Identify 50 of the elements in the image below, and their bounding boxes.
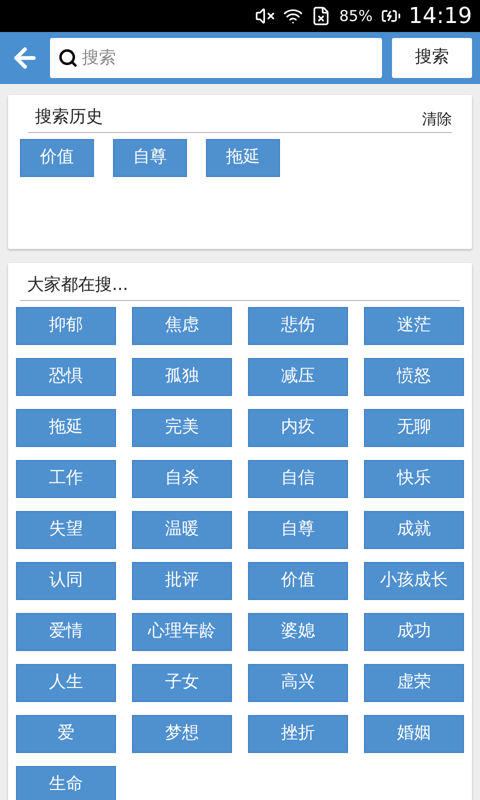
- topic-tag[interactable]: 成就: [364, 510, 464, 548]
- clock: 14:19: [408, 2, 472, 30]
- mute-icon: [255, 6, 276, 26]
- battery-percent: 85%: [339, 6, 373, 27]
- topic-tag[interactable]: 批评: [132, 562, 232, 600]
- topic-tag[interactable]: 婆媳: [248, 612, 348, 650]
- topic-tag[interactable]: 完美: [132, 408, 232, 446]
- topic-tag[interactable]: 爱情: [16, 612, 116, 650]
- topic-tag[interactable]: 虚荣: [364, 664, 464, 702]
- search-icon: [58, 48, 78, 68]
- topic-tag[interactable]: 梦想: [132, 714, 232, 752]
- topic-tag[interactable]: 小孩成长: [364, 562, 464, 600]
- topic-tag[interactable]: 子女: [132, 664, 232, 702]
- topic-tag[interactable]: 人生: [16, 664, 116, 702]
- topic-tag[interactable]: 自信: [248, 460, 348, 498]
- topic-tag[interactable]: 高兴: [248, 664, 348, 702]
- topic-tag[interactable]: 自尊: [248, 510, 348, 548]
- history-tag[interactable]: 拖延: [206, 138, 280, 176]
- topic-tag[interactable]: 焦虑: [132, 306, 232, 344]
- topic-tag[interactable]: 减压: [248, 358, 348, 396]
- topic-tag[interactable]: 挫折: [248, 714, 348, 752]
- topic-tag[interactable]: 价值: [248, 562, 348, 600]
- topic-tag[interactable]: 抑郁: [16, 306, 116, 344]
- topic-tag[interactable]: 心理年龄: [132, 612, 232, 650]
- topic-tag[interactable]: 拖延: [16, 408, 116, 446]
- topic-tag[interactable]: 恐惧: [16, 358, 116, 396]
- clear-button[interactable]: 清除: [422, 108, 452, 130]
- search-button[interactable]: 搜索: [392, 38, 472, 78]
- topic-tag[interactable]: 工作: [16, 460, 116, 498]
- topic-tag[interactable]: 自杀: [132, 460, 232, 498]
- topic-tag[interactable]: 愤怒: [364, 358, 464, 396]
- topic-tag[interactable]: 成功: [364, 612, 464, 650]
- topic-tag[interactable]: 无聊: [364, 408, 464, 446]
- topic-tag[interactable]: 生命: [16, 766, 116, 800]
- topic-tag[interactable]: 婚姻: [364, 714, 464, 752]
- history-tag[interactable]: 自尊: [113, 138, 187, 176]
- sim-icon: [311, 6, 332, 26]
- topic-tag[interactable]: 爱: [16, 714, 116, 752]
- topic-tag[interactable]: 温暖: [132, 510, 232, 548]
- topic-tag[interactable]: 悲伤: [248, 306, 348, 344]
- search-field[interactable]: 搜索: [50, 38, 382, 78]
- topic-tag[interactable]: 认同: [16, 562, 116, 600]
- topic-tag[interactable]: 孤独: [132, 358, 232, 396]
- section-title: 大家都在搜...: [26, 275, 128, 295]
- section-title: 搜索历史: [34, 106, 103, 129]
- history-tag[interactable]: 价值: [20, 138, 94, 176]
- topic-tag[interactable]: 快乐: [364, 460, 464, 498]
- topic-tag[interactable]: 内疚: [248, 408, 348, 446]
- topic-tag[interactable]: 失望: [16, 510, 116, 548]
- topic-tag[interactable]: 迷茫: [364, 306, 464, 344]
